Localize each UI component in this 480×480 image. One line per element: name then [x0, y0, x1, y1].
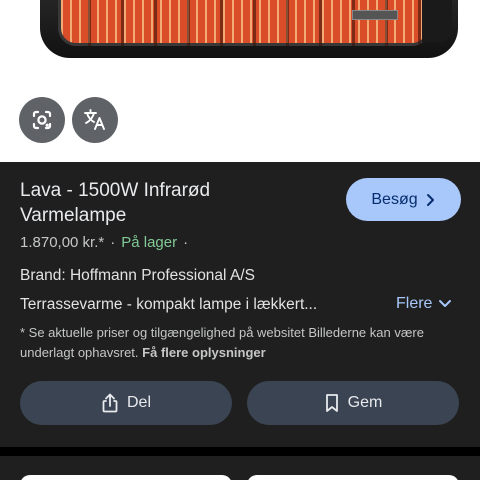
- share-button-label: Del: [126, 394, 151, 411]
- product-image-area: [0, 0, 480, 162]
- price: 1.870,00 kr.*: [20, 234, 105, 251]
- visit-button-label: Besøg: [371, 190, 418, 208]
- save-button[interactable]: Gem: [247, 381, 459, 425]
- translate-button[interactable]: [72, 97, 118, 143]
- product-title[interactable]: Lava - 1500W Infrarød Varmelampe: [20, 178, 320, 228]
- bookmark-icon: [325, 394, 338, 412]
- next-section-button[interactable]: [20, 475, 232, 480]
- product-image-heater[interactable]: [40, 0, 458, 58]
- brand-line: Brand: Hoffmann Professional A/S: [20, 267, 255, 284]
- separator: ·: [110, 234, 116, 251]
- next-section-button[interactable]: [247, 475, 459, 480]
- lens-button[interactable]: [19, 97, 65, 143]
- visit-button[interactable]: Besøg: [346, 178, 461, 221]
- chevron-right-icon: [426, 193, 434, 206]
- chevron-down-icon: [439, 300, 452, 307]
- more-info-link[interactable]: Få flere oplysninger: [142, 345, 266, 360]
- price-row: 1.870,00 kr.* · På lager ·: [20, 234, 188, 251]
- product-description: Terrassevarme - kompakt lampe i lækkert.…: [20, 296, 318, 313]
- separator: ·: [183, 234, 189, 251]
- more-label: Flere: [396, 295, 433, 312]
- disclaimer: * Se aktuelle priser og tilgængelighed p…: [20, 323, 460, 363]
- share-button[interactable]: Del: [20, 381, 232, 425]
- google-lens-icon: [32, 110, 52, 130]
- share-icon: [102, 393, 118, 413]
- translate-icon: [84, 109, 105, 130]
- availability-status: På lager: [121, 234, 178, 251]
- save-button-label: Gem: [347, 394, 383, 411]
- more-button[interactable]: Flere: [396, 295, 452, 313]
- heater-end-cap: [422, 0, 452, 42]
- section-divider: [0, 447, 480, 456]
- heater-logo: [352, 10, 398, 20]
- heater-grid: [58, 0, 430, 46]
